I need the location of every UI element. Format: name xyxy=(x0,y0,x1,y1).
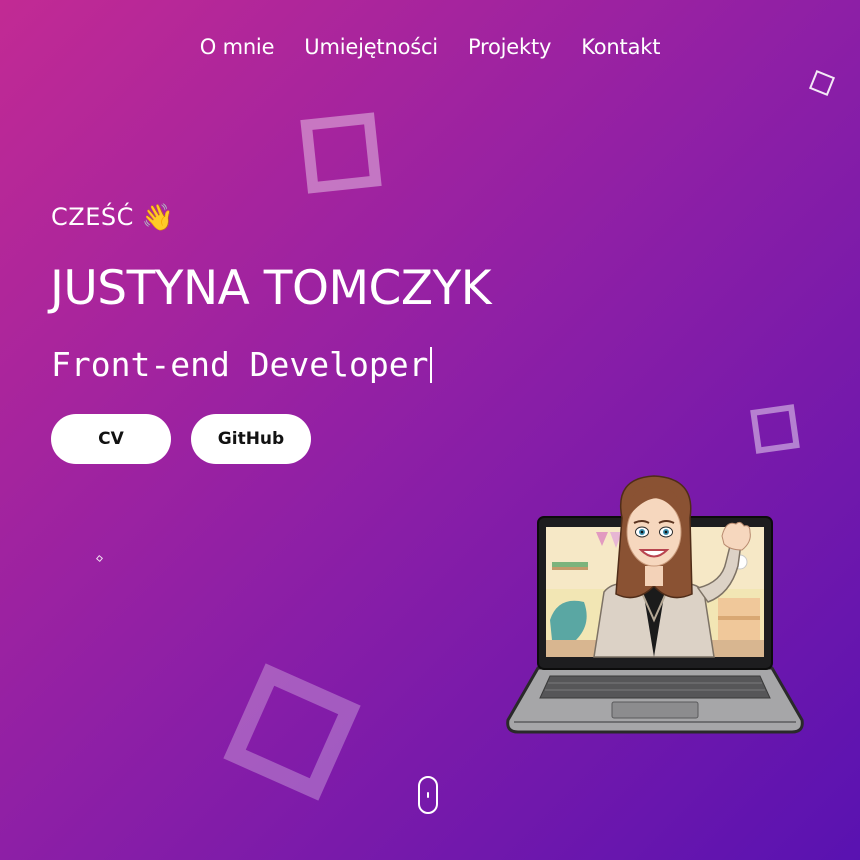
main-nav: O mnie Umiejętności Projekty Kontakt xyxy=(0,30,860,64)
hero-name: JUSTYNA TOMCZYK xyxy=(50,261,492,316)
waving-hand-icon: 👋 xyxy=(141,202,175,232)
decorative-square xyxy=(750,404,800,454)
greeting-text: CZEŚĆ xyxy=(51,203,134,231)
role-text: Front-end Developer xyxy=(51,345,429,384)
greeting: CZEŚĆ 👋 xyxy=(51,200,174,234)
typing-cursor xyxy=(429,347,432,383)
nav-link-umiejetnosci[interactable]: Umiejętności xyxy=(304,30,438,64)
github-button[interactable]: GitHub xyxy=(191,414,311,464)
nav-link-projekty[interactable]: Projekty xyxy=(468,30,551,64)
mouse-scroll-icon[interactable] xyxy=(418,776,438,814)
decorative-square xyxy=(300,112,382,194)
cv-button[interactable]: CV xyxy=(51,414,171,464)
nav-link-kontakt[interactable]: Kontakt xyxy=(581,30,660,64)
avatar-laptop-illustration xyxy=(506,475,804,734)
hero-role: Front-end Developer xyxy=(51,343,432,387)
hero-section: O mnie Umiejętności Projekty Kontakt CZE… xyxy=(0,0,860,860)
nav-link-o-mnie[interactable]: O mnie xyxy=(200,30,275,64)
scroll-wheel-dot xyxy=(427,792,429,798)
